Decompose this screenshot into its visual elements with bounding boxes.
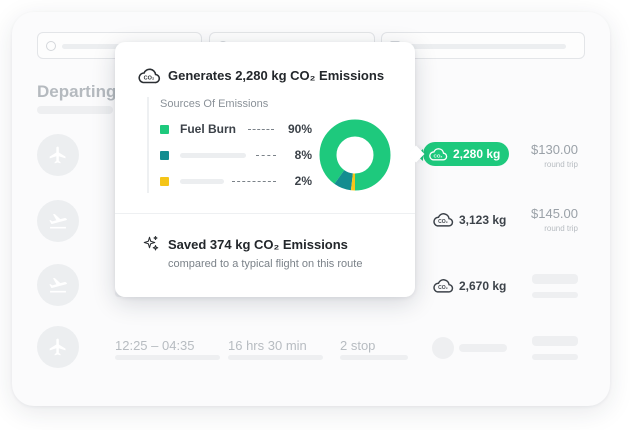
source-percent: 8% — [294, 148, 312, 162]
leader-line — [256, 155, 276, 156]
row-skeleton — [340, 355, 408, 360]
savings-subtitle: compared to a typical flight on this rou… — [168, 258, 363, 270]
row-skeleton — [228, 355, 323, 360]
sources-title: Sources Of Emissions — [160, 98, 269, 110]
leader-line — [248, 129, 274, 130]
price-note: round trip — [544, 160, 578, 169]
svg-text:CO₂: CO₂ — [434, 153, 443, 158]
divider — [115, 213, 415, 214]
emission-sources: Sources Of Emissions Fuel Burn 90% 8% 2% — [147, 97, 327, 193]
airplane-icon — [37, 134, 79, 176]
svg-text:CO₂: CO₂ — [438, 285, 448, 291]
field-placeholder — [406, 44, 566, 49]
label-skeleton — [180, 179, 224, 184]
popover-header: CO₂ Generates 2,280 kg CO₂ Emissions — [137, 66, 384, 85]
price-amount: $145.00 — [531, 206, 578, 221]
co2-cloud-icon: CO₂ — [138, 68, 161, 84]
co2-cloud-icon: CO₂ — [433, 279, 454, 293]
legend-swatch — [160, 177, 169, 186]
section-underline — [37, 106, 113, 114]
flight-time: 12:25 – 04:35 — [115, 338, 195, 353]
row-skeleton — [459, 344, 507, 352]
source-row: 2% — [160, 174, 312, 188]
source-row: 8% — [160, 148, 312, 162]
price-skeleton — [532, 274, 578, 284]
price-amount: $130.00 — [531, 142, 578, 157]
emissions-chip-selected[interactable]: CO₂ 2,280 kg — [423, 142, 510, 166]
svg-text:CO₂: CO₂ — [144, 76, 155, 82]
emissions-donut-chart — [319, 119, 391, 191]
price-block[interactable]: $145.00 round trip — [531, 206, 578, 233]
price-note: round trip — [544, 224, 578, 233]
emissions-chip[interactable]: CO₂ 3,123 kg — [432, 211, 506, 228]
sparkle-icon — [143, 235, 159, 251]
popover-title: Generates 2,280 kg CO₂ Emissions — [168, 68, 385, 83]
svg-text:CO₂: CO₂ — [438, 219, 448, 225]
legend-swatch — [160, 125, 169, 134]
savings-header: Saved 374 kg CO₂ Emissions — [142, 235, 348, 253]
source-percent: 90% — [287, 122, 312, 136]
flight-stops: 2 stop — [340, 338, 376, 353]
flight-duration: 16 hrs 30 min — [228, 338, 307, 353]
emissions-value: 3,123 kg — [459, 212, 507, 227]
section-title: Departing — [37, 82, 117, 101]
co2-placeholder — [432, 337, 454, 359]
savings-title: Saved 374 kg CO₂ Emissions — [168, 236, 348, 252]
price-block[interactable]: $130.00 round trip — [531, 142, 578, 169]
price-skeleton — [532, 292, 578, 298]
co2-cloud-icon: CO₂ — [429, 148, 448, 161]
price-skeleton — [532, 336, 578, 346]
source-label: Fuel Burn — [180, 122, 236, 136]
row-skeleton — [115, 355, 220, 360]
co2-cloud-icon: CO₂ — [433, 213, 454, 227]
leader-line — [232, 181, 276, 182]
source-row-fuel-burn: Fuel Burn 90% — [160, 122, 312, 136]
emissions-popover: CO₂ Generates 2,280 kg CO₂ Emissions Sou… — [115, 42, 415, 297]
emissions-chip[interactable]: CO₂ 2,670 kg — [432, 277, 506, 294]
airplane-icon — [37, 326, 79, 368]
source-percent: 2% — [294, 174, 312, 188]
airplane-icon — [37, 200, 79, 242]
price-skeleton — [532, 354, 578, 360]
emissions-value: 2,670 kg — [459, 278, 507, 293]
search-icon — [46, 41, 56, 51]
label-skeleton — [180, 153, 246, 158]
emissions-value: 2,280 kg — [453, 147, 501, 161]
airplane-icon — [37, 264, 79, 306]
legend-swatch — [160, 151, 169, 160]
